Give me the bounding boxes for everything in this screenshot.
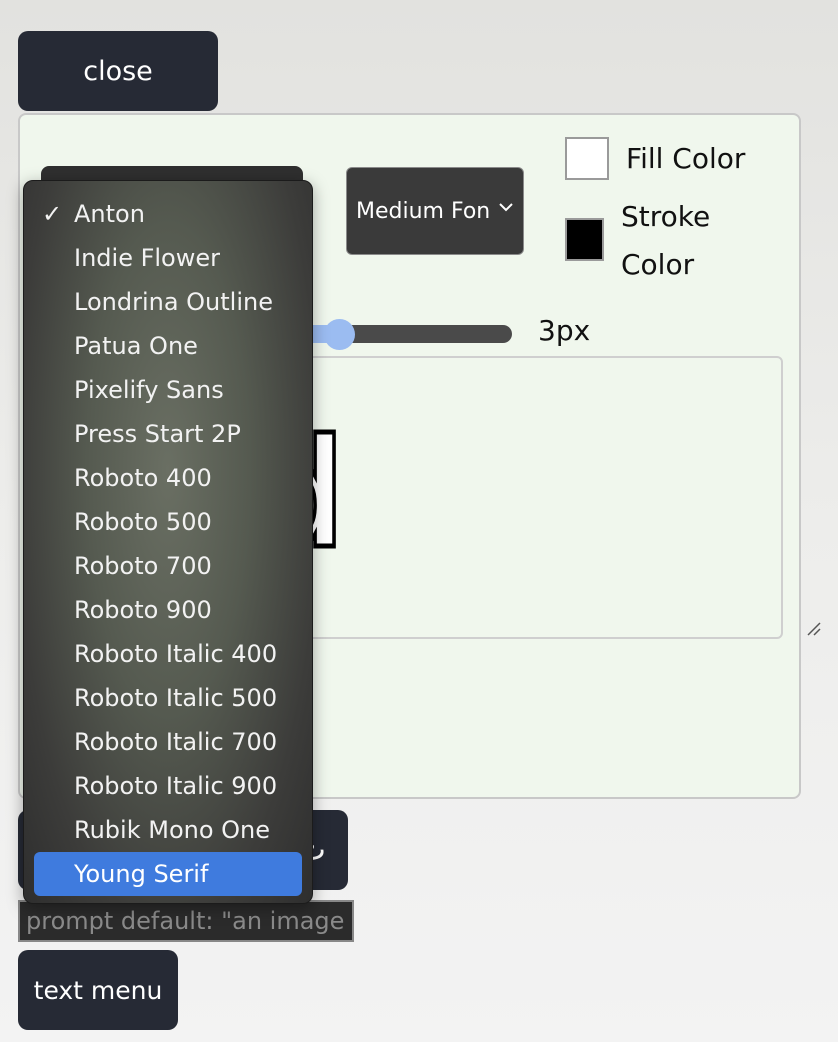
close-button[interactable]: close	[18, 31, 218, 111]
font-option-label: Roboto Italic 400	[74, 640, 278, 668]
font-size-select-label: Medium Font	[356, 198, 490, 224]
font-option-label: Press Start 2P	[74, 420, 241, 448]
checkmark-icon: ✓	[42, 200, 63, 228]
font-option-label: Pixelify Sans	[74, 376, 224, 404]
font-option-patua-one[interactable]: Patua One	[34, 324, 302, 368]
font-option-roboto-400[interactable]: Roboto 400	[34, 456, 302, 500]
fill-color-swatch[interactable]	[565, 137, 609, 180]
text-menu-button[interactable]: text menu	[18, 950, 178, 1030]
prompt-input[interactable]	[18, 900, 354, 942]
font-option-label: Rubik Mono One	[74, 816, 271, 844]
font-option-label: Roboto 900	[74, 596, 212, 624]
font-option-label: Indie Flower	[74, 244, 221, 272]
font-option-roboto-italic-400[interactable]: Roboto Italic 400	[34, 632, 302, 676]
resize-handle-icon[interactable]	[806, 621, 822, 637]
stroke-width-slider-thumb[interactable]	[324, 319, 355, 350]
text-input-area[interactable]: acked	[250, 356, 783, 639]
font-option-anton[interactable]: ✓ Anton	[34, 192, 302, 236]
font-option-roboto-900[interactable]: Roboto 900	[34, 588, 302, 632]
font-size-select[interactable]: Medium Font	[346, 167, 524, 255]
stroke-width-value: 3px	[538, 314, 591, 347]
font-option-young-serif[interactable]: Young Serif	[34, 852, 302, 896]
font-family-dropdown: ✓ Anton Indie Flower Londrina Outline Patua …	[23, 180, 313, 904]
font-option-label: Roboto 500	[74, 508, 212, 536]
font-option-roboto-700[interactable]: Roboto 700	[34, 544, 302, 588]
font-option-indie-flower[interactable]: Indie Flower	[34, 236, 302, 280]
font-option-londrina-outline[interactable]: Londrina Outline	[34, 280, 302, 324]
fill-color-label: Fill Color	[626, 142, 746, 175]
font-option-label: Roboto 400	[74, 464, 212, 492]
font-option-roboto-500[interactable]: Roboto 500	[34, 500, 302, 544]
font-option-label: Anton	[74, 200, 145, 228]
font-option-pixelify-sans[interactable]: Pixelify Sans	[34, 368, 302, 412]
font-option-label: Roboto Italic 900	[74, 772, 278, 800]
font-option-press-start-2p[interactable]: Press Start 2P	[34, 412, 302, 456]
font-option-roboto-italic-900[interactable]: Roboto Italic 900	[34, 764, 302, 808]
font-option-label: Young Serif	[74, 860, 209, 888]
stroke-color-label: Stroke Color	[621, 200, 711, 281]
font-option-rubik-mono-one[interactable]: Rubik Mono One	[34, 808, 302, 852]
font-option-label: Roboto Italic 500	[74, 684, 278, 712]
font-option-roboto-italic-700[interactable]: Roboto Italic 700	[34, 720, 302, 764]
font-option-label: Londrina Outline	[74, 288, 273, 316]
font-option-roboto-italic-500[interactable]: Roboto Italic 500	[34, 676, 302, 720]
stroke-color-swatch[interactable]	[565, 218, 604, 261]
font-option-label: Patua One	[74, 332, 198, 360]
font-option-label: Roboto Italic 700	[74, 728, 278, 756]
font-option-label: Roboto 700	[74, 552, 212, 580]
chevron-down-icon	[499, 203, 513, 212]
